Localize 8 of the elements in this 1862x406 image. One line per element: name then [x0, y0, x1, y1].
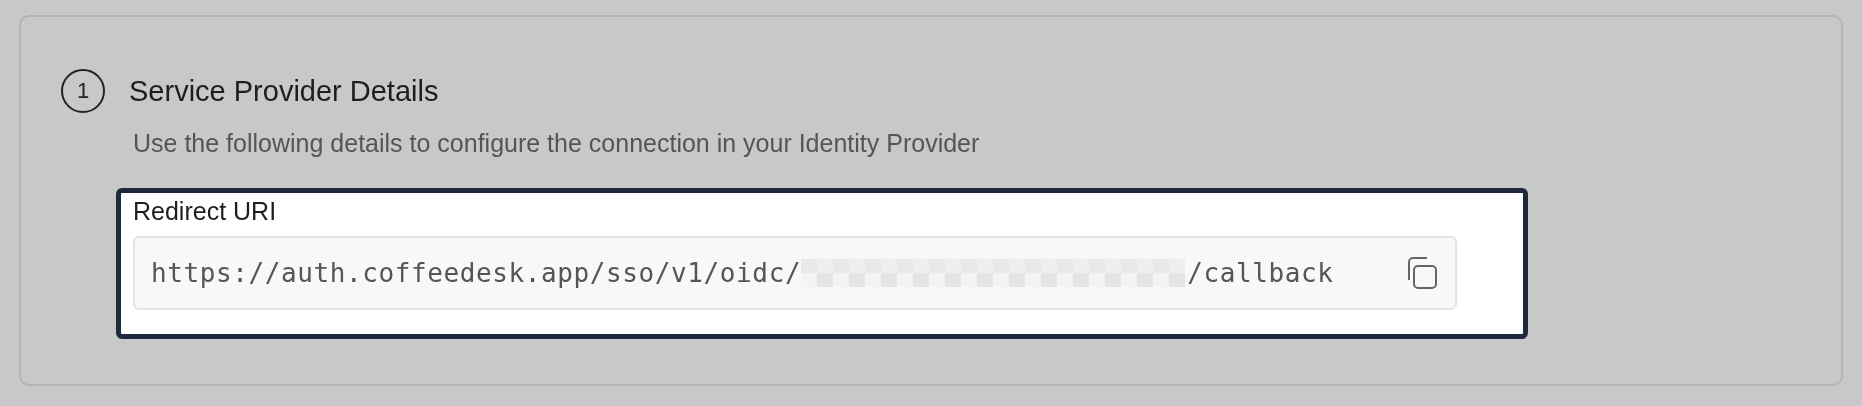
field-label: Redirect URI [133, 197, 278, 226]
section-title: Service Provider Details [129, 74, 439, 108]
field-value: /callback [1187, 258, 1334, 288]
field-value: https://auth.coffeedesk.app/sso/v1/oidc/ [151, 258, 802, 288]
copy-icon[interactable] [1405, 255, 1439, 291]
step-number: 1 [61, 69, 105, 113]
input-field[interactable]: https://auth.coffeedesk.app/sso/v1/oidc/ /callback [133, 236, 1457, 310]
section-description: Use the following details to configure the connection in your Identity Provider [133, 129, 981, 158]
